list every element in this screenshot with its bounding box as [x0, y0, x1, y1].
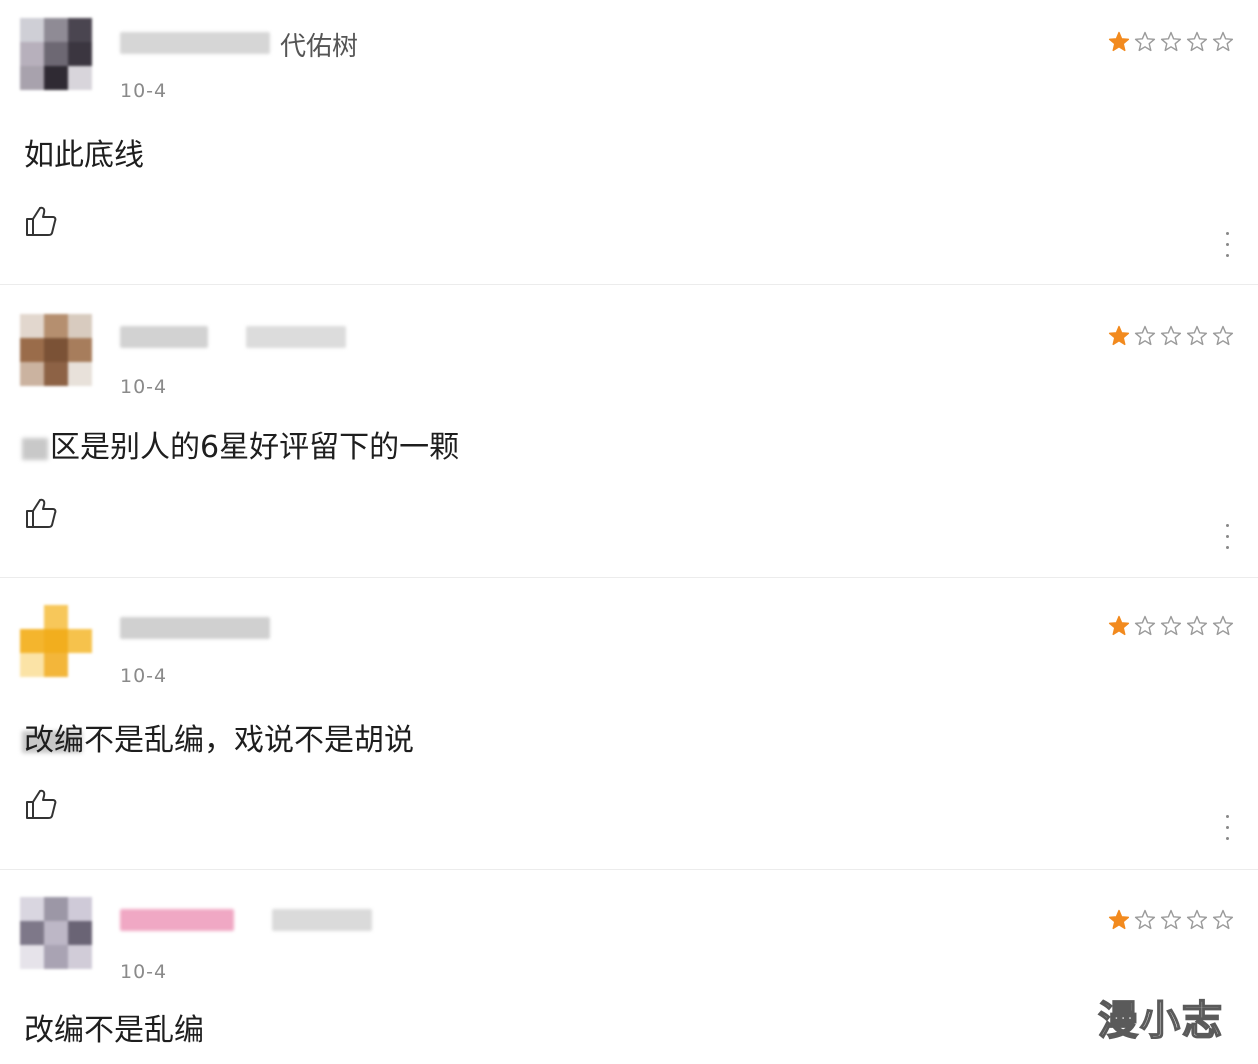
- star-outline-icon: [1134, 615, 1156, 636]
- avatar-pixel: [44, 362, 68, 386]
- avatar-pixel: [44, 897, 68, 921]
- avatar-pixel: [20, 18, 44, 42]
- avatar-pixel: [20, 362, 44, 386]
- avatar-pixel: [68, 921, 92, 945]
- rating-stars: [1108, 325, 1234, 347]
- review-item: 10-4 改编不是乱编: [0, 869, 1258, 1064]
- star-outline-icon: [1212, 325, 1234, 346]
- username-obscured: [120, 326, 208, 348]
- watermark: 漫小志: [1097, 997, 1224, 1045]
- thumbs-up-icon: [26, 206, 57, 236]
- star-filled-icon: [1108, 31, 1130, 52]
- review-item: 10-4 区是别人的6星好评留下的一颗: [0, 284, 1258, 578]
- more-options-button[interactable]: [1222, 232, 1232, 262]
- username-obscured: [120, 909, 234, 931]
- more-vertical-icon: [1225, 232, 1229, 235]
- review-content: 如此底线: [24, 138, 144, 173]
- rating-stars: [1108, 909, 1234, 931]
- review-item: 代佑树 10-4 如此底线: [0, 0, 1258, 285]
- star-outline-icon: [1134, 31, 1156, 52]
- avatar-pixel: [20, 605, 44, 629]
- review-content: 改编不是乱编，戏说不是胡说: [22, 715, 414, 759]
- avatar-pixel: [20, 653, 44, 677]
- avatar-pixel: [68, 66, 92, 90]
- avatar[interactable]: [20, 18, 94, 92]
- avatar-pixel: [68, 897, 92, 921]
- avatar-pixel: [68, 42, 92, 66]
- avatar-pixel: [44, 314, 68, 338]
- avatar-pixel: [68, 605, 92, 629]
- avatar-pixel: [20, 945, 44, 969]
- username[interactable]: 代佑树: [280, 26, 358, 63]
- star-outline-icon: [1212, 31, 1234, 52]
- star-outline-icon: [1160, 909, 1182, 930]
- star-filled-icon: [1108, 909, 1130, 930]
- avatar-pixel: [68, 18, 92, 42]
- rating-stars: [1108, 31, 1234, 53]
- avatar-pixel: [44, 945, 68, 969]
- review-content-text: 区是别人的6星好评留下的一颗: [50, 430, 460, 465]
- star-outline-icon: [1186, 325, 1208, 346]
- star-outline-icon: [1134, 325, 1156, 346]
- like-button[interactable]: [24, 496, 58, 530]
- avatar-pixel: [20, 897, 44, 921]
- thumbs-up-icon: [26, 498, 57, 528]
- more-options-button[interactable]: [1222, 524, 1232, 554]
- avatar-pixel: [68, 629, 92, 653]
- avatar-pixel: [44, 629, 68, 653]
- star-outline-icon: [1160, 325, 1182, 346]
- avatar[interactable]: [20, 897, 94, 971]
- more-vertical-icon: [1225, 815, 1229, 818]
- rating-stars: [1108, 615, 1234, 637]
- avatar-pixel: [68, 338, 92, 362]
- review-date: 10-4: [120, 961, 168, 983]
- avatar-pixel: [44, 921, 68, 945]
- avatar-pixel: [44, 66, 68, 90]
- review-content: 区是别人的6星好评留下的一颗: [22, 422, 459, 466]
- username-obscured: [120, 617, 270, 639]
- avatar-pixel: [68, 653, 92, 677]
- review-date: 10-4: [120, 665, 168, 687]
- avatar-pixel: [20, 338, 44, 362]
- avatar-pixel: [44, 18, 68, 42]
- username-obscured: [246, 326, 346, 348]
- more-vertical-icon: [1225, 524, 1229, 527]
- avatar-pixel: [44, 653, 68, 677]
- star-outline-icon: [1186, 31, 1208, 52]
- avatar[interactable]: [20, 605, 94, 679]
- more-options-button[interactable]: [1222, 815, 1232, 845]
- avatar-pixel: [68, 314, 92, 338]
- avatar[interactable]: [20, 314, 94, 388]
- avatar-pixel: [44, 338, 68, 362]
- review-date: 10-4: [120, 376, 168, 398]
- avatar-pixel: [20, 42, 44, 66]
- review-content: 改编不是乱编: [24, 1013, 204, 1048]
- avatar-pixel: [44, 605, 68, 629]
- avatar-pixel: [68, 362, 92, 386]
- star-outline-icon: [1160, 31, 1182, 52]
- review-date: 10-4: [120, 80, 168, 102]
- star-outline-icon: [1212, 909, 1234, 930]
- avatar-pixel: [68, 945, 92, 969]
- username-obscured: [272, 909, 372, 931]
- review-item: 10-4 改编不是乱编，戏说不是胡说: [0, 577, 1258, 870]
- avatar-pixel: [20, 66, 44, 90]
- avatar-pixel: [44, 42, 68, 66]
- thumbs-up-icon: [26, 789, 57, 819]
- avatar-pixel: [20, 629, 44, 653]
- review-content-text: 改编不是乱编，戏说不是胡说: [24, 723, 414, 758]
- like-button[interactable]: [24, 204, 58, 238]
- star-outline-icon: [1160, 615, 1182, 636]
- star-outline-icon: [1212, 615, 1234, 636]
- star-filled-icon: [1108, 325, 1130, 346]
- star-outline-icon: [1186, 909, 1208, 930]
- username-obscured: [120, 32, 270, 54]
- like-button[interactable]: [24, 787, 58, 821]
- avatar-pixel: [20, 921, 44, 945]
- star-outline-icon: [1186, 615, 1208, 636]
- avatar-pixel: [20, 314, 44, 338]
- star-outline-icon: [1134, 909, 1156, 930]
- star-filled-icon: [1108, 615, 1130, 636]
